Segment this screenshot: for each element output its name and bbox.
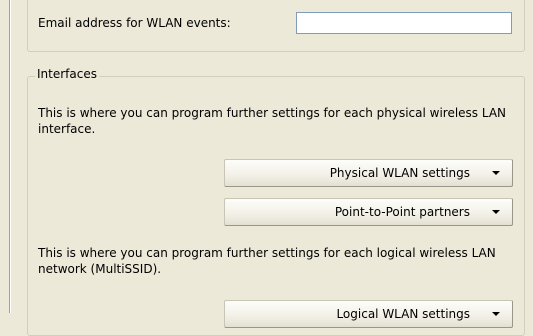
physical-interface-description: This is where you can program further se… [38, 106, 507, 136]
left-pane-edge [0, 0, 9, 313]
point-to-point-partners-label: Point-to-Point partners [334, 205, 470, 219]
physical-wlan-settings-button[interactable]: Physical WLAN settings [224, 159, 513, 187]
email-label: Email address for WLAN events: [38, 16, 231, 30]
point-to-point-partners-button[interactable]: Point-to-Point partners [224, 198, 513, 226]
interfaces-legend: Interfaces [35, 67, 99, 81]
logical-wlan-settings-button[interactable]: Logical WLAN settings [224, 300, 513, 328]
chevron-down-icon [492, 210, 500, 214]
email-input[interactable] [296, 12, 512, 34]
logical-wlan-settings-label: Logical WLAN settings [336, 307, 470, 321]
chevron-down-icon [492, 171, 500, 175]
physical-wlan-settings-label: Physical WLAN settings [329, 166, 470, 180]
logical-interface-description: This is where you can program further se… [38, 246, 496, 276]
